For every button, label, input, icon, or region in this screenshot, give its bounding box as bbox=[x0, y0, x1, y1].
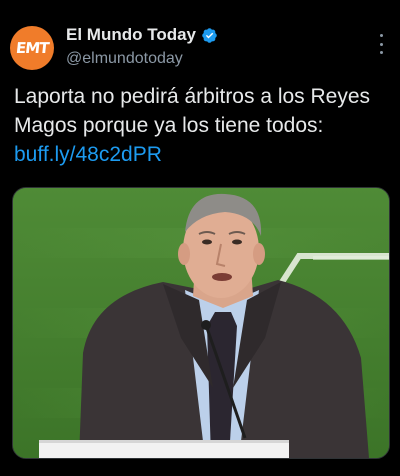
speaker-photo-illustration bbox=[13, 188, 389, 458]
verified-badge-icon bbox=[202, 27, 217, 43]
avatar-logo-text: EMT bbox=[14, 39, 50, 57]
tweet-body-text: Laporta no pedirá árbitros a los Reyes M… bbox=[14, 85, 371, 137]
author-name-row: El Mundo Today bbox=[66, 25, 218, 45]
author-handle[interactable]: @elmundotoday bbox=[66, 50, 183, 68]
tweet-text: Laporta no pedirá árbitros a los Reyes M… bbox=[14, 82, 386, 169]
more-options-icon[interactable] bbox=[376, 34, 386, 54]
tweet-link[interactable]: buff.ly/48c2dPR bbox=[14, 143, 162, 166]
tweet-media-photo[interactable] bbox=[12, 187, 390, 459]
tweet-card: EMT El Mundo Today @elmundotoday Laporta… bbox=[0, 0, 400, 476]
avatar[interactable]: EMT bbox=[10, 26, 54, 70]
author-display-name[interactable]: El Mundo Today bbox=[66, 25, 196, 45]
